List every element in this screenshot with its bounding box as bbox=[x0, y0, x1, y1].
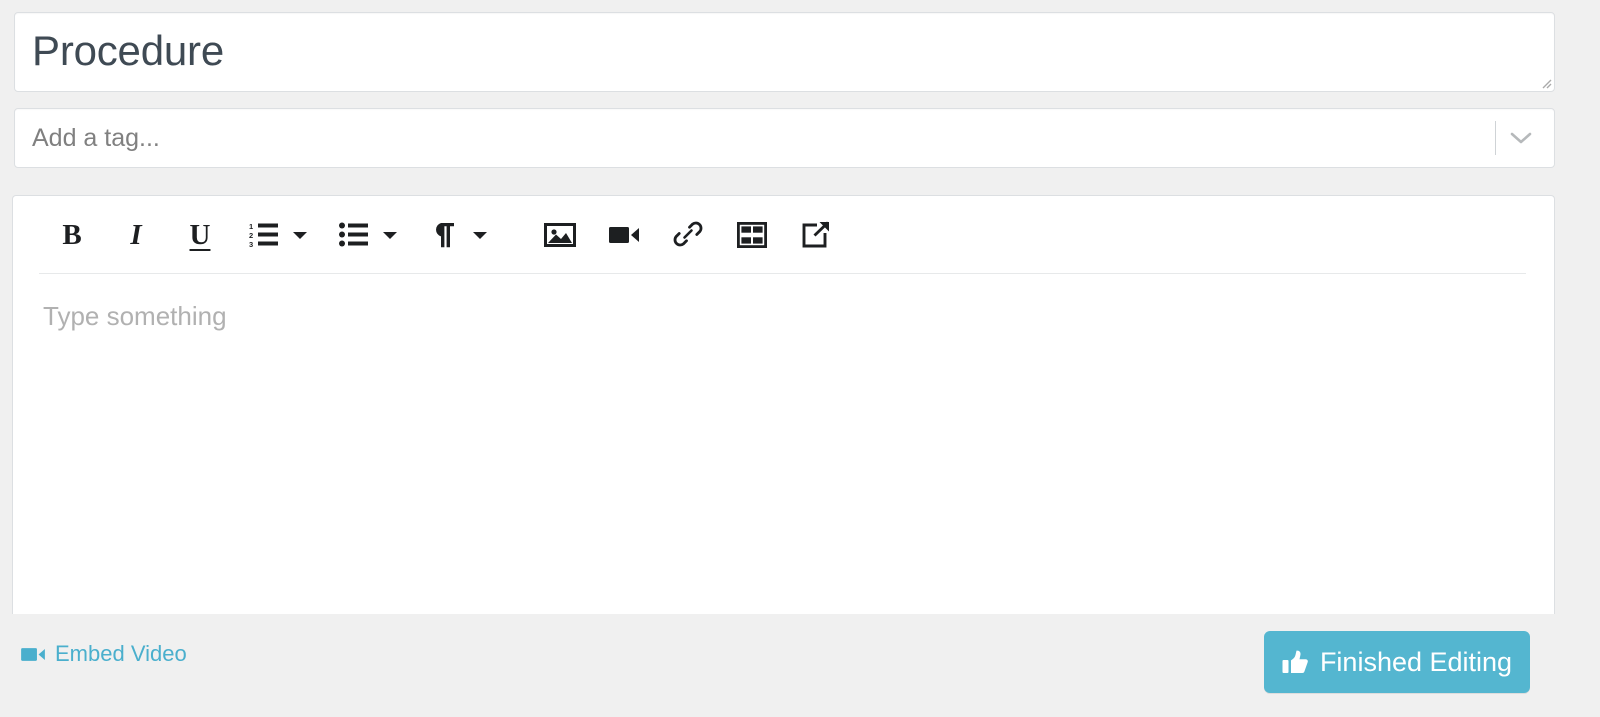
editor-placeholder: Type something bbox=[43, 301, 227, 331]
editor-toolbar: B I U 1 2 3 bbox=[13, 196, 1554, 274]
tag-separator bbox=[1495, 121, 1496, 155]
svg-text:3: 3 bbox=[249, 240, 253, 249]
bullet-list-button[interactable] bbox=[331, 212, 377, 258]
table-icon bbox=[737, 222, 767, 248]
ordered-list-icon: 1 2 3 bbox=[249, 222, 278, 249]
italic-label: I bbox=[130, 218, 142, 251]
chevron-down-icon bbox=[293, 231, 307, 239]
chevron-down-icon bbox=[1510, 132, 1532, 144]
tag-input-field[interactable]: Add a tag... bbox=[14, 108, 1555, 168]
editor-content-area[interactable]: Type something bbox=[13, 274, 1554, 614]
embed-video-link[interactable]: Embed Video bbox=[20, 641, 187, 667]
finished-editing-button[interactable]: Finished Editing bbox=[1264, 631, 1530, 693]
editor-page: Procedure Add a tag... B I U 1 2 3 Type … bbox=[0, 0, 1600, 717]
svg-text:2: 2 bbox=[249, 231, 253, 240]
thumbs-up-icon bbox=[1282, 649, 1309, 675]
insert-table-button[interactable] bbox=[729, 212, 775, 258]
tag-placeholder: Add a tag... bbox=[32, 123, 160, 152]
ordered-list-dropdown[interactable] bbox=[287, 212, 313, 258]
italic-button[interactable]: I bbox=[113, 212, 159, 258]
svg-text:1: 1 bbox=[249, 222, 253, 231]
insert-link-button[interactable] bbox=[665, 212, 711, 258]
resize-grip-icon[interactable] bbox=[1538, 75, 1552, 89]
external-link-icon bbox=[802, 221, 830, 248]
finished-editing-label: Finished Editing bbox=[1319, 646, 1513, 677]
embed-video-label: Embed Video bbox=[55, 641, 187, 666]
link-icon bbox=[673, 221, 703, 247]
video-camera-icon bbox=[21, 647, 45, 661]
bold-label: B bbox=[62, 218, 82, 251]
ordered-list-button[interactable]: 1 2 3 bbox=[241, 212, 287, 258]
paragraph-format-dropdown[interactable] bbox=[467, 212, 493, 258]
underline-button[interactable]: U bbox=[177, 212, 223, 258]
pilcrow-icon bbox=[436, 223, 454, 248]
insert-image-button[interactable] bbox=[537, 212, 583, 258]
chevron-down-icon bbox=[473, 231, 487, 239]
title-textarea[interactable]: Procedure bbox=[14, 12, 1555, 92]
open-external-button[interactable] bbox=[793, 212, 839, 258]
chevron-down-icon bbox=[383, 231, 397, 239]
video-camera-icon bbox=[609, 227, 639, 243]
title-value: Procedure bbox=[32, 27, 224, 74]
tag-dropdown-toggle[interactable] bbox=[1502, 109, 1540, 167]
image-icon bbox=[544, 223, 576, 247]
bullet-list-icon bbox=[339, 222, 368, 247]
rich-text-editor-panel: B I U 1 2 3 Type something bbox=[12, 195, 1555, 614]
bold-button[interactable]: B bbox=[49, 212, 95, 258]
paragraph-format-button[interactable] bbox=[421, 212, 467, 258]
underline-label: U bbox=[189, 218, 211, 251]
insert-video-button[interactable] bbox=[601, 212, 647, 258]
bullet-list-dropdown[interactable] bbox=[377, 212, 403, 258]
